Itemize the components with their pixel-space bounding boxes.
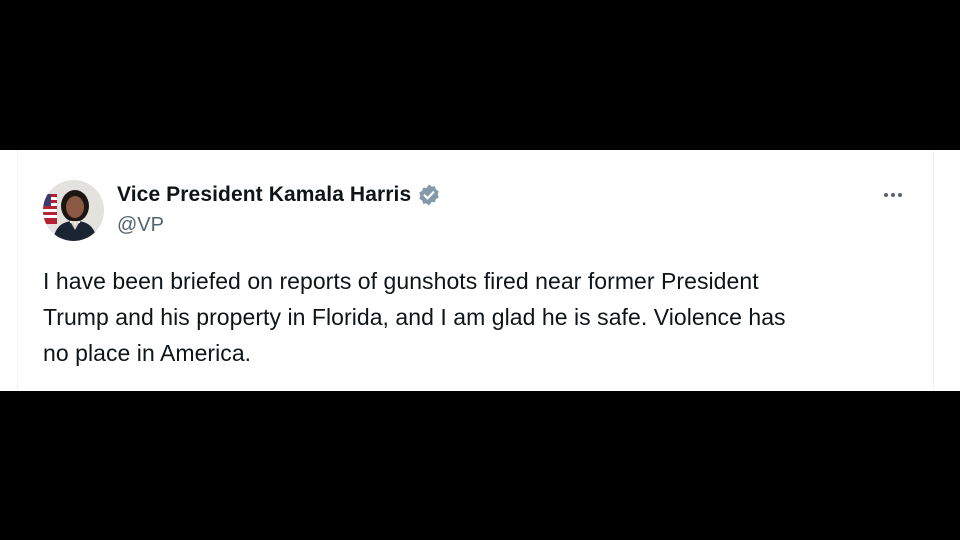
video-frame: Vice President Kamala Harris @VP I have … <box>0 0 960 540</box>
tweet-text-line: I have been briefed on reports of gunsho… <box>43 268 759 294</box>
author-avatar[interactable] <box>43 180 104 241</box>
avatar-portrait-icon <box>43 180 104 241</box>
name-row: Vice President Kamala Harris <box>117 181 900 209</box>
card-border-right <box>933 150 934 391</box>
more-options-button[interactable] <box>878 182 908 208</box>
more-horizontal-icon <box>898 193 902 197</box>
tweet-card[interactable]: Vice President Kamala Harris @VP I have … <box>0 150 960 391</box>
tweet-header: Vice President Kamala Harris @VP <box>117 181 900 238</box>
more-horizontal-icon <box>884 193 888 197</box>
card-border-left <box>17 150 18 391</box>
tweet-text: I have been briefed on reports of gunsho… <box>43 263 923 371</box>
tweet-text-line: Trump and his property in Florida, and I… <box>43 304 786 330</box>
verified-badge-icon <box>417 183 441 207</box>
author-handle[interactable]: @VP <box>117 212 900 238</box>
more-horizontal-icon <box>891 193 895 197</box>
tweet-text-line: no place in America. <box>43 340 252 366</box>
author-display-name[interactable]: Vice President Kamala Harris <box>117 183 411 207</box>
